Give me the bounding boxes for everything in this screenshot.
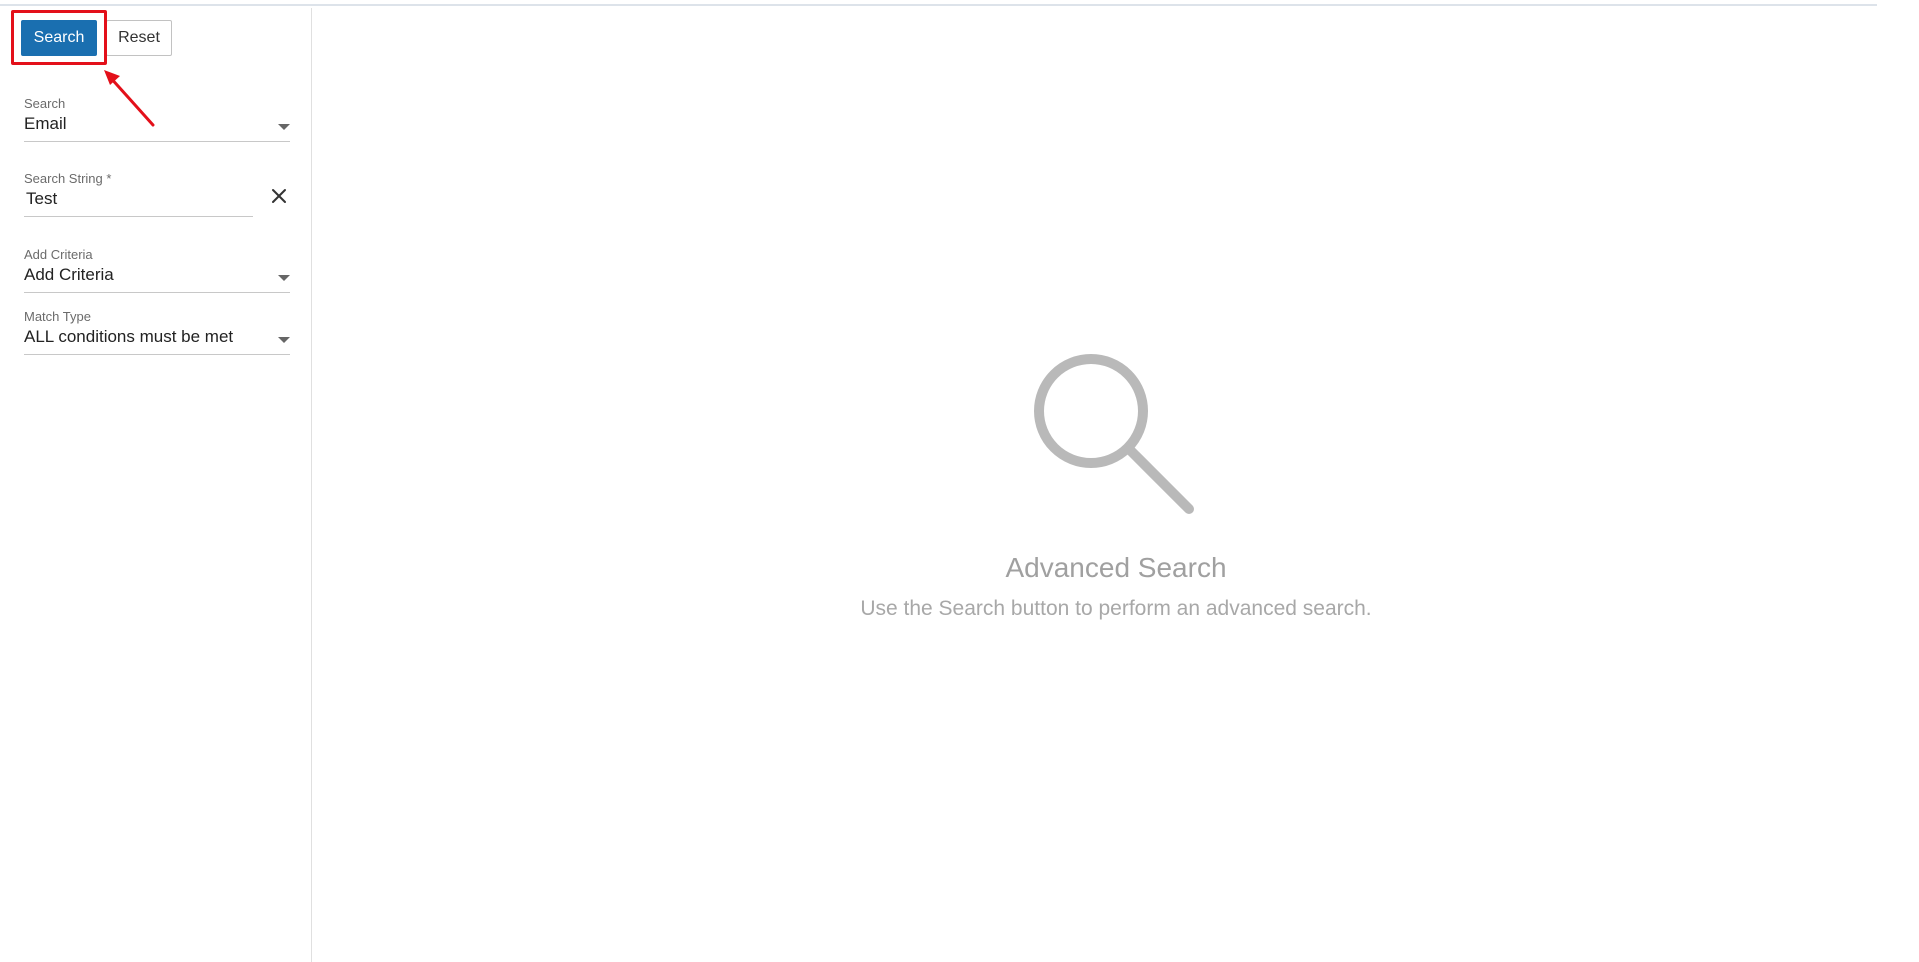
advanced-search-page: Search Reset Search Email Search String … — [0, 0, 1919, 962]
add-criteria-label: Add Criteria — [24, 247, 93, 262]
search-sidebar — [0, 8, 312, 962]
match-type-select[interactable]: Match Type ALL conditions must be met — [24, 309, 290, 357]
search-button[interactable]: Search — [21, 20, 97, 56]
top-border — [0, 4, 1877, 6]
search-type-label: Search — [24, 96, 66, 111]
add-criteria-select[interactable]: Add Criteria Add Criteria — [24, 247, 290, 295]
search-type-select[interactable]: Search Email — [24, 96, 290, 144]
empty-state-title: Advanced Search — [1005, 552, 1227, 583]
match-type-value: ALL conditions must be met — [24, 327, 234, 346]
search-string-value: Test — [26, 189, 58, 208]
field-underline — [24, 292, 290, 293]
add-criteria-value: Add Criteria — [24, 265, 114, 284]
field-underline — [24, 141, 290, 142]
chevron-down-icon — [278, 124, 290, 130]
search-string-label: Search String * — [24, 171, 112, 186]
reset-button[interactable]: Reset — [106, 20, 172, 56]
chevron-down-icon — [278, 337, 290, 343]
search-string-field[interactable]: Search String * Test — [24, 171, 290, 219]
field-underline — [24, 216, 253, 217]
clear-icon[interactable] — [270, 187, 288, 205]
field-underline — [24, 354, 290, 355]
match-type-label: Match Type — [24, 309, 91, 324]
empty-state-subtitle: Use the Search button to perform an adva… — [860, 597, 1372, 620]
chevron-down-icon — [278, 275, 290, 281]
magnifier-icon — [1034, 354, 1194, 514]
search-type-value: Email — [24, 114, 67, 133]
